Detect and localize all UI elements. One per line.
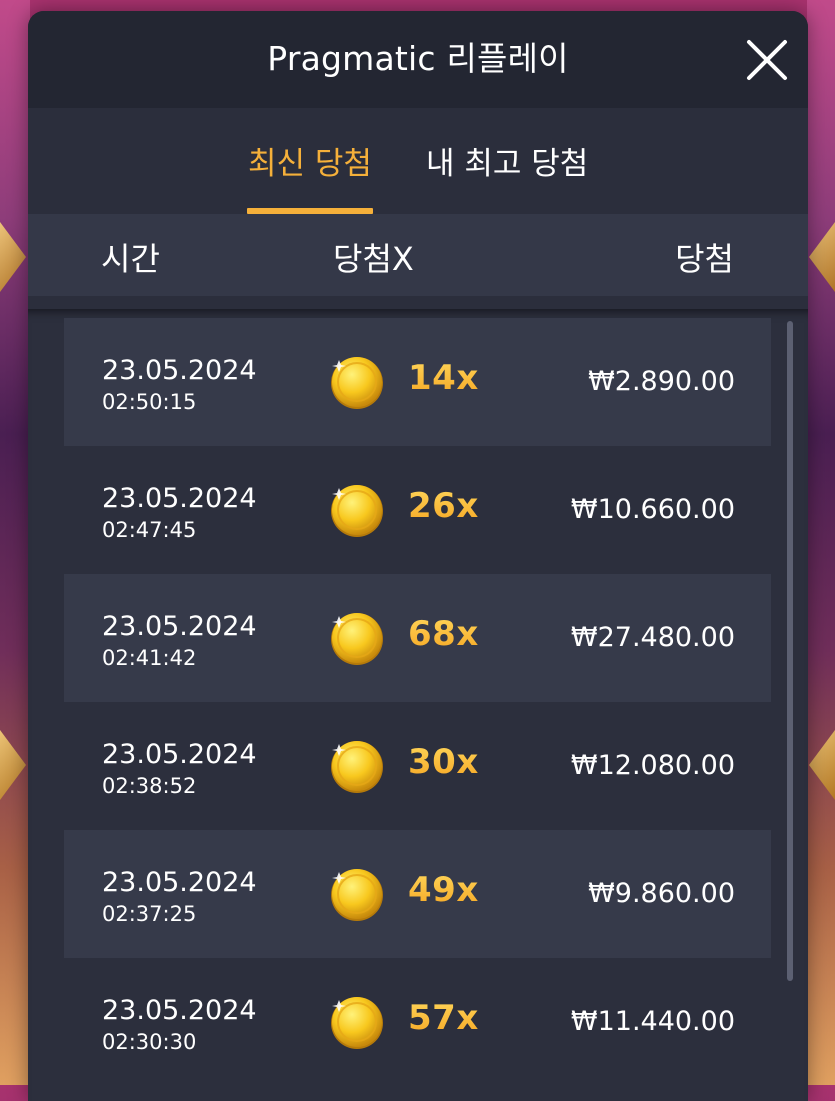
background-game-right-edge bbox=[807, 0, 835, 1085]
gold-coin-icon bbox=[329, 482, 385, 538]
win-multiplier: 14x bbox=[408, 358, 479, 398]
list-scrollbar[interactable] bbox=[787, 321, 793, 981]
win-multiplier: 57x bbox=[408, 998, 479, 1038]
win-amount: ₩12.080.00 bbox=[570, 750, 735, 781]
win-date: 23.05.2024 bbox=[102, 867, 257, 898]
win-amount: ₩10.660.00 bbox=[570, 494, 735, 525]
column-header-row: 시간 당첨X 당첨 bbox=[28, 214, 808, 296]
tab-bar: 최신 당첨 내 최고 당첨 bbox=[28, 108, 808, 214]
win-row: 23.05.2024 02:41:42 68x ₩27.480.00 bbox=[64, 574, 771, 702]
column-header-multiplier: 당첨X bbox=[333, 240, 414, 278]
gold-coin-icon bbox=[329, 354, 385, 410]
win-multiplier: 30x bbox=[408, 742, 479, 782]
win-date: 23.05.2024 bbox=[102, 355, 257, 386]
gold-coin-icon bbox=[329, 994, 385, 1050]
win-date: 23.05.2024 bbox=[102, 739, 257, 770]
win-time: 02:37:25 bbox=[102, 902, 197, 926]
win-time: 02:47:45 bbox=[102, 518, 197, 542]
win-multiplier: 49x bbox=[408, 870, 479, 910]
win-row: 23.05.2024 02:30:30 57x ₩11.440.00 bbox=[64, 958, 771, 1086]
win-amount: ₩11.440.00 bbox=[570, 1006, 735, 1037]
win-date: 23.05.2024 bbox=[102, 611, 257, 642]
win-time: 02:50:15 bbox=[102, 390, 197, 414]
win-row: 23.05.2024 02:47:45 26x ₩10.660.00 bbox=[64, 446, 771, 574]
gold-coin-icon bbox=[329, 738, 385, 794]
win-time: 02:38:52 bbox=[102, 774, 197, 798]
close-icon bbox=[747, 40, 787, 80]
win-time: 02:41:42 bbox=[102, 646, 197, 670]
tab-latest-wins[interactable]: 최신 당첨 bbox=[248, 138, 372, 183]
replay-modal: Pragmatic 리플레이 최신 당첨 내 최고 당첨 시간 당첨X 당첨 2… bbox=[28, 11, 808, 1101]
close-button[interactable] bbox=[746, 39, 788, 81]
tab-my-best-wins[interactable]: 내 최고 당첨 bbox=[426, 138, 588, 183]
win-date: 23.05.2024 bbox=[102, 995, 257, 1026]
wins-list: 23.05.2024 02:50:15 14x ₩2.890.00 23.05.202… bbox=[28, 309, 808, 1101]
win-multiplier: 26x bbox=[408, 486, 479, 526]
column-header-win: 당첨 bbox=[675, 240, 734, 278]
win-time: 02:30:30 bbox=[102, 1030, 197, 1054]
modal-title: Pragmatic 리플레이 bbox=[267, 38, 569, 78]
win-amount: ₩27.480.00 bbox=[570, 622, 735, 653]
win-row: 23.05.2024 02:50:15 14x ₩2.890.00 bbox=[64, 318, 771, 446]
gold-coin-icon bbox=[329, 866, 385, 922]
win-row: 23.05.2024 02:38:52 30x ₩12.080.00 bbox=[64, 702, 771, 830]
column-header-time: 시간 bbox=[101, 240, 160, 278]
win-amount: ₩9.860.00 bbox=[588, 878, 735, 909]
win-date: 23.05.2024 bbox=[102, 483, 257, 514]
modal-header: Pragmatic 리플레이 bbox=[28, 11, 808, 108]
win-multiplier: 68x bbox=[408, 614, 479, 654]
win-amount: ₩2.890.00 bbox=[588, 366, 735, 397]
background-game-left-edge bbox=[0, 0, 30, 1085]
win-row: 23.05.2024 02:37:25 49x ₩9.860.00 bbox=[64, 830, 771, 958]
gold-coin-icon bbox=[329, 610, 385, 666]
